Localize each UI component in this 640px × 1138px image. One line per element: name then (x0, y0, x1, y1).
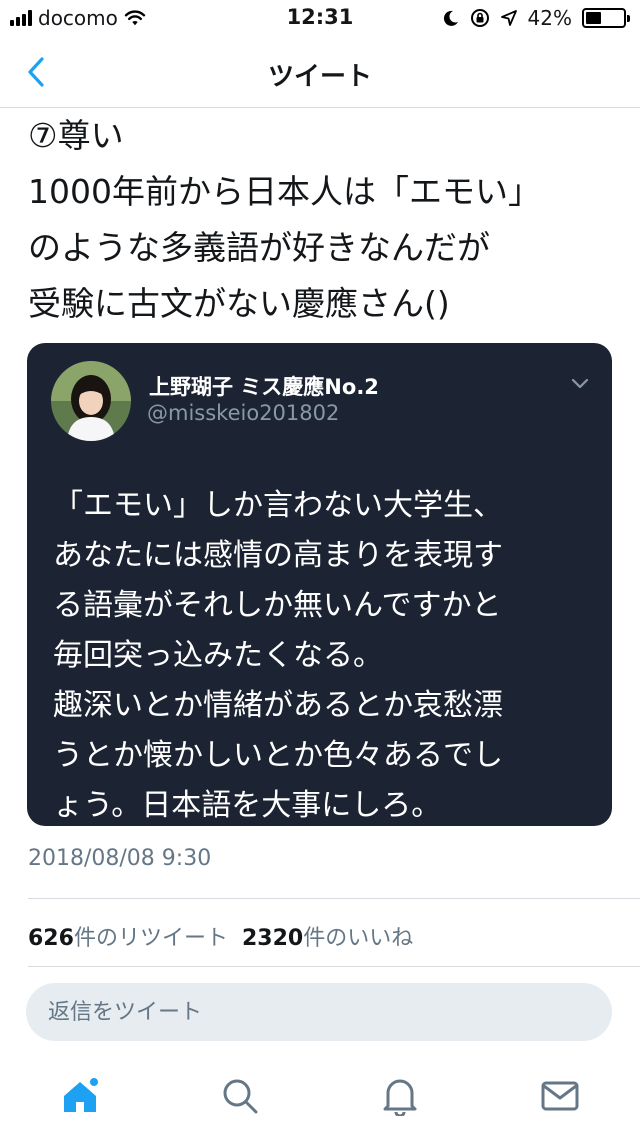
chevron-down-icon[interactable] (570, 377, 590, 391)
reply-input[interactable] (26, 983, 612, 1041)
tweet-text: ⑦尊い 1000年前から日本人は「エモい」 のような多義語が好きなんだが 受験に… (28, 116, 541, 323)
nav-bar: ツイート (0, 36, 640, 108)
tweet-stats: 626件のリツイート 2320件のいいね (28, 920, 413, 952)
divider (28, 898, 640, 899)
status-right: 42% (442, 6, 630, 30)
tab-messages[interactable] (538, 1074, 582, 1118)
tab-notifications[interactable] (378, 1074, 422, 1118)
retweets-count: 626 (28, 926, 74, 951)
retweets-stat[interactable]: 626件のリツイート (28, 920, 228, 952)
quoted-user-handle: @misskeio201802 (147, 401, 340, 425)
bell-icon (383, 1079, 417, 1116)
tweet-timestamp: 2018/08/08 9:30 (28, 846, 212, 871)
location-icon (500, 10, 517, 26)
page-title: ツイート (267, 62, 372, 92)
tab-bar (0, 1064, 640, 1138)
tab-home[interactable] (58, 1074, 102, 1118)
home-icon (64, 1076, 100, 1112)
rotation-lock-icon (470, 9, 489, 27)
status-bar: docomo 12:31 42% (0, 0, 640, 36)
battery-icon (582, 8, 630, 28)
quoted-tweet-card[interactable]: 上野瑚子 ミス慶應No.2 @misskeio201802 「エモい」しか言わな… (27, 343, 612, 826)
likes-stat[interactable]: 2320件のいいね (242, 920, 413, 952)
quoted-user-name[interactable]: 上野瑚子 ミス慶應No.2 (149, 371, 379, 401)
divider (28, 966, 640, 967)
quoted-tweet-text: 「エモい」しか言わない大学生、 あなたには感情の高まりを表現す る語彙がそれしか… (53, 488, 503, 823)
reply-box[interactable] (26, 983, 612, 1041)
likes-label: 件のいいね (303, 926, 414, 951)
search-icon (223, 1079, 258, 1114)
retweets-label: 件のリツイート (73, 926, 228, 951)
tab-search[interactable] (218, 1074, 262, 1118)
avatar[interactable] (51, 361, 131, 441)
battery-percent: 42% (527, 6, 572, 30)
likes-count: 2320 (241, 926, 304, 951)
mail-icon (541, 1081, 579, 1111)
moon-icon (443, 10, 458, 26)
